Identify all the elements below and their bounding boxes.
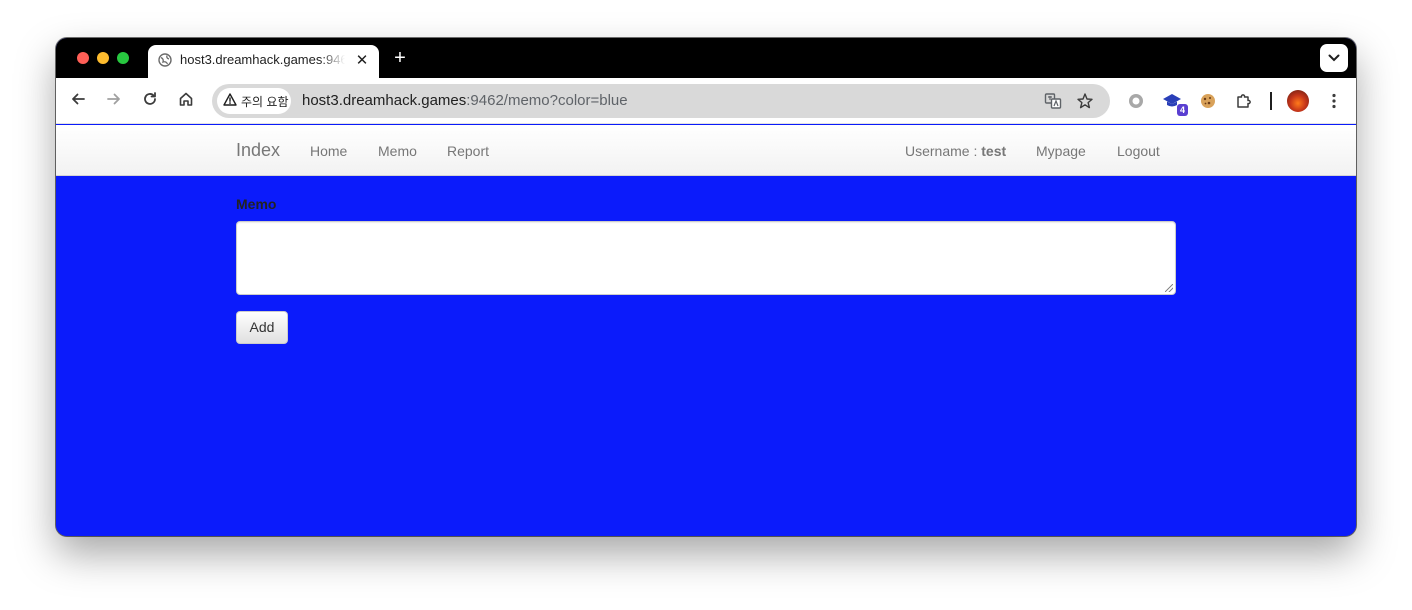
nav-memo[interactable]: Memo bbox=[378, 143, 417, 159]
profile-avatar[interactable] bbox=[1287, 90, 1309, 112]
username-value: test bbox=[981, 143, 1007, 159]
home-button[interactable] bbox=[174, 89, 198, 113]
globe-icon bbox=[158, 53, 172, 67]
nav-username: Username : test bbox=[905, 143, 1006, 159]
memo-label: Memo bbox=[236, 196, 277, 212]
reload-icon bbox=[142, 91, 158, 112]
nav-mypage[interactable]: Mypage bbox=[1036, 143, 1086, 159]
forward-button[interactable] bbox=[102, 89, 126, 113]
url-path: :9462/memo?color=blue bbox=[466, 92, 628, 109]
minimize-window-button[interactable] bbox=[97, 52, 109, 64]
nav-home[interactable]: Home bbox=[310, 143, 347, 159]
address-bar[interactable]: 주의 요함 host3.dreamhack.games:9462/memo?co… bbox=[212, 84, 1110, 118]
nav-report[interactable]: Report bbox=[447, 143, 489, 159]
translate-icon[interactable] bbox=[1042, 90, 1064, 112]
security-label: 주의 요함 bbox=[241, 94, 289, 109]
nav-logout[interactable]: Logout bbox=[1117, 143, 1160, 159]
back-button[interactable] bbox=[66, 89, 90, 113]
browser-toolbar: 주의 요함 host3.dreamhack.games:9462/memo?co… bbox=[56, 78, 1356, 124]
active-tab[interactable]: host3.dreamhack.games:9462/memo?color=bl… bbox=[148, 45, 379, 78]
warning-icon bbox=[223, 93, 237, 109]
toolbar-divider bbox=[1270, 92, 1272, 110]
maximize-window-button[interactable] bbox=[117, 52, 129, 64]
site-navbar: Index Home Memo Report Username : test M… bbox=[56, 125, 1356, 176]
chevron-down-icon bbox=[1328, 49, 1340, 67]
kebab-menu-icon[interactable] bbox=[1322, 89, 1346, 113]
home-icon bbox=[178, 91, 194, 112]
tab-strip: host3.dreamhack.games:9462/memo?color=bl… bbox=[56, 38, 1356, 78]
page-content: Index Home Memo Report Username : test M… bbox=[56, 125, 1356, 536]
extension-graduation-icon[interactable]: 4 bbox=[1160, 89, 1188, 116]
brand-link[interactable]: Index bbox=[236, 140, 280, 161]
bookmark-star-icon[interactable] bbox=[1074, 90, 1096, 112]
memo-textarea[interactable] bbox=[236, 221, 1176, 295]
close-tab-icon[interactable]: ✕ bbox=[353, 51, 371, 69]
reload-button[interactable] bbox=[138, 89, 162, 113]
new-tab-button[interactable]: + bbox=[390, 47, 410, 69]
add-button[interactable]: Add bbox=[236, 311, 288, 344]
username-prefix: Username : bbox=[905, 143, 982, 159]
browser-window: host3.dreamhack.games:9462/memo?color=bl… bbox=[56, 38, 1356, 536]
url-host: host3.dreamhack.games bbox=[302, 92, 467, 109]
cookie-icon[interactable] bbox=[1196, 89, 1220, 113]
tab-title: host3.dreamhack.games:9462/memo?color=bl… bbox=[180, 52, 345, 67]
url-text[interactable]: host3.dreamhack.games:9462/memo?color=bl… bbox=[302, 92, 628, 109]
puzzle-icon[interactable] bbox=[1232, 89, 1256, 113]
security-chip[interactable]: 주의 요함 bbox=[217, 88, 291, 114]
extension-record-icon[interactable] bbox=[1124, 89, 1148, 113]
resize-handle[interactable] bbox=[1165, 284, 1173, 292]
arrow-right-icon bbox=[106, 91, 122, 112]
tab-search-button[interactable] bbox=[1320, 44, 1348, 72]
close-window-button[interactable] bbox=[77, 52, 89, 64]
extension-badge: 4 bbox=[1176, 104, 1188, 116]
arrow-left-icon bbox=[70, 91, 86, 112]
